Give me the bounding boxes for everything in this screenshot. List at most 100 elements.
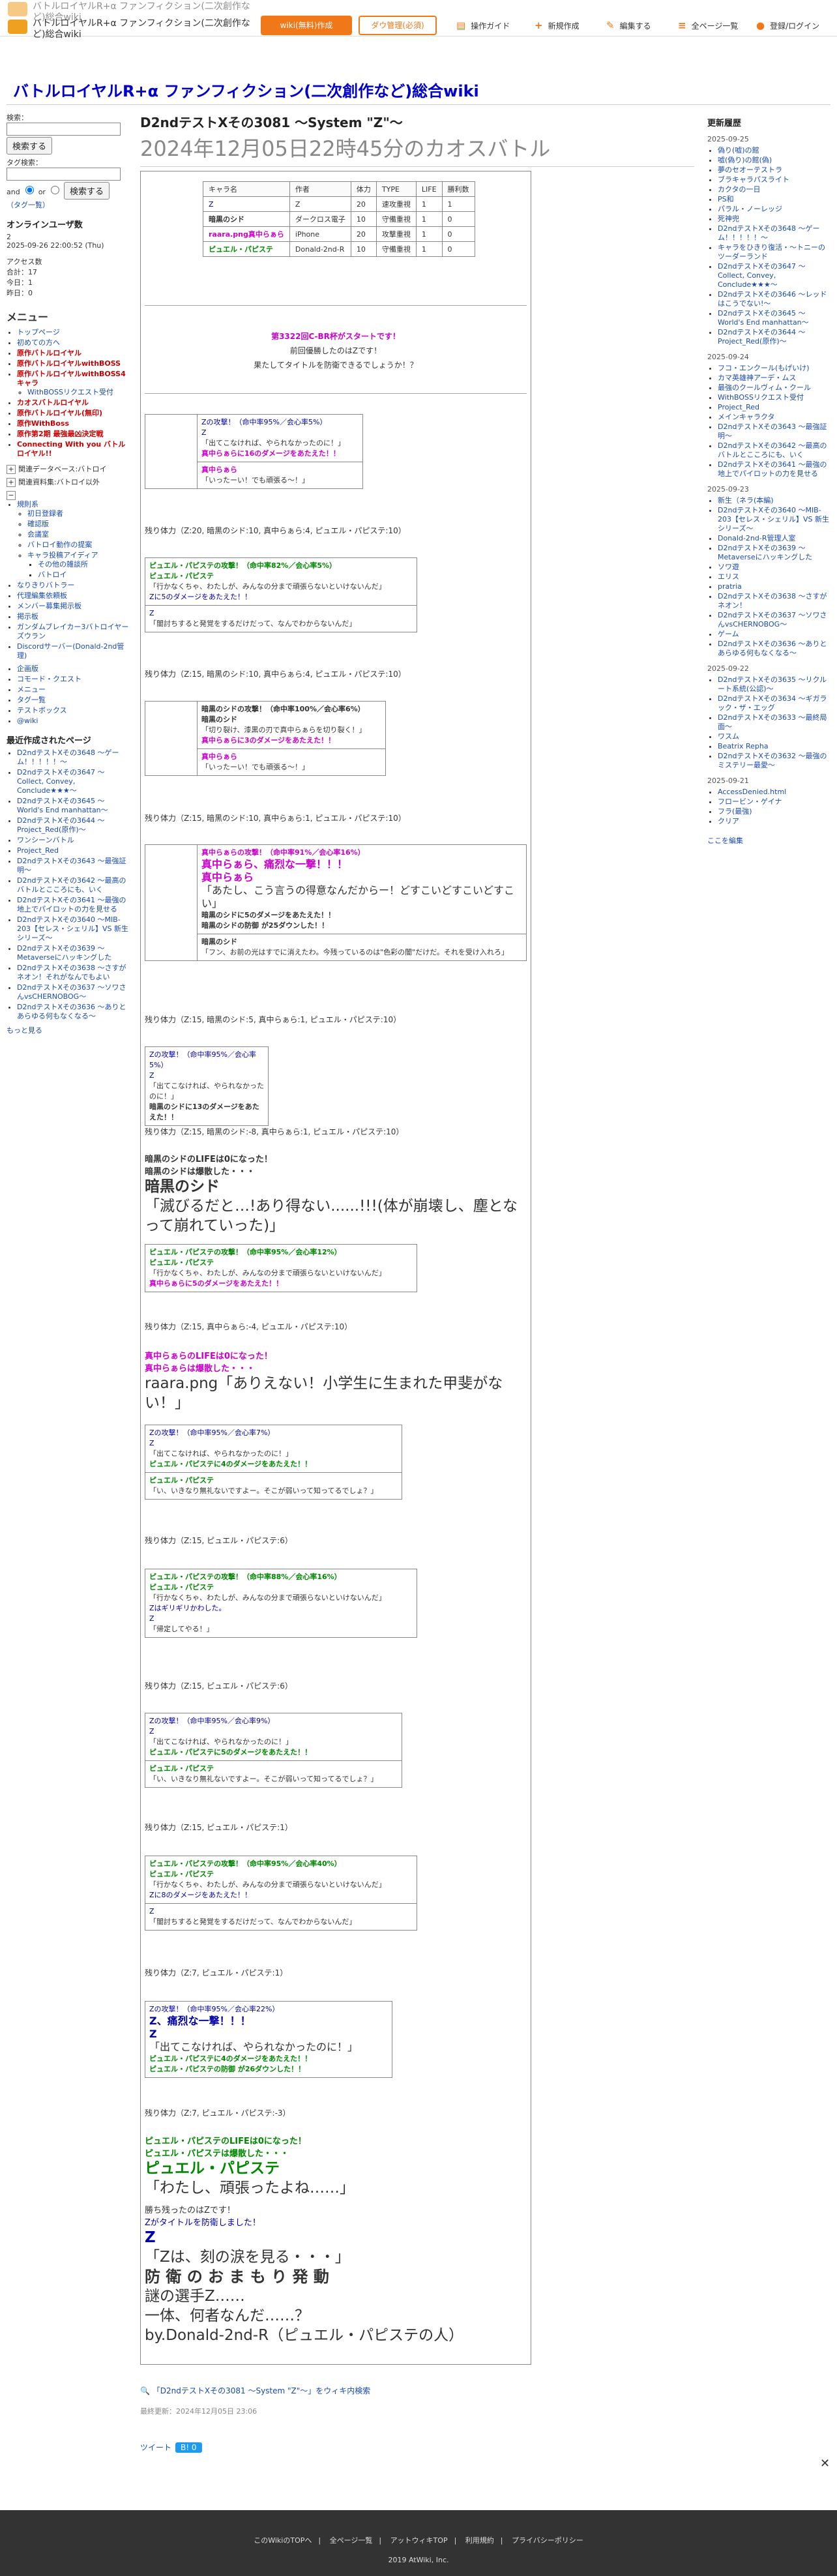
- history-item[interactable]: D2ndテストXその3642 〜最高のバトルとこころにも、いく: [718, 441, 827, 459]
- history-item[interactable]: Donald-2nd-R管理人室: [718, 534, 796, 542]
- menu-item[interactable]: カオスバトルロイヤル: [17, 398, 89, 407]
- history-item[interactable]: WithBOSSリクエスト受付: [718, 393, 804, 402]
- history-item[interactable]: D2ndテストXその3641 〜最強の地上でパイロットの力を見せる: [718, 460, 827, 478]
- menu-item[interactable]: Connecting With you バトルロイヤル!!: [17, 440, 125, 458]
- history-item[interactable]: D2ndテストXその3639 〜Metaverseにハッキングした: [718, 544, 812, 561]
- recent-item[interactable]: D2ndテストXその3637 〜ソワさんvsCHERNOBOG〜: [17, 983, 126, 1001]
- misc-item[interactable]: メンバー募集掲示板: [17, 602, 81, 610]
- fold-item[interactable]: 確認版: [27, 520, 49, 528]
- site-logo[interactable]: [8, 20, 27, 34]
- site-title[interactable]: バトルロイヤルR+α ファンフィクション(二次創作など)総合wiki: [13, 78, 479, 101]
- history-item[interactable]: 夢のセオーテストラ: [718, 166, 782, 174]
- recent-item[interactable]: Project_Red: [17, 846, 59, 855]
- misc-item[interactable]: Discordサーバー(Donald-2nd管理): [17, 642, 124, 660]
- footer-link[interactable]: プライバシーポリシー: [512, 2536, 583, 2545]
- history-item[interactable]: D2ndテストXその3644 〜Project_Red(原作)〜: [718, 328, 805, 346]
- recent-item[interactable]: D2ndテストXその3648 〜ゲーム！！！！！〜: [17, 748, 119, 766]
- history-item[interactable]: D2ndテストXその3640 〜MIB-203【セレス・シェリル】VS 新生シリ…: [718, 506, 829, 533]
- history-item[interactable]: キャラをひきり復活・〜トニーのツーダーランド: [718, 243, 825, 261]
- history-item[interactable]: AccessDenied.html: [718, 788, 786, 796]
- footer-link[interactable]: アットウィキTOP: [390, 2536, 448, 2545]
- history-item[interactable]: Beatrix Repha: [718, 742, 769, 750]
- edit-link[interactable]: ✎ 編集する: [606, 16, 651, 35]
- misc-item[interactable]: ガンダムブレイカー3バトロイヤーズウラン: [17, 623, 128, 640]
- history-item[interactable]: D2ndテストXその3633 〜最終局面〜: [718, 713, 827, 731]
- wiki-search-link[interactable]: 🔍 「D2ndテストXその3081 〜System "Z"〜」をウィキ内検索: [140, 2385, 370, 2396]
- bottom-menu-item[interactable]: メニュー: [17, 685, 46, 694]
- bottom-menu-item[interactable]: タグ一覧: [17, 696, 46, 704]
- history-item[interactable]: D2ndテストXその3632 〜最強のミステリー最愛〜: [718, 752, 827, 769]
- close-icon[interactable]: ✕: [820, 2457, 830, 2470]
- or-radio[interactable]: [51, 186, 60, 194]
- history-item[interactable]: パラル・ノーレッジ: [718, 205, 782, 213]
- related-toggle-1[interactable]: + 関連データベース:バトロイ: [7, 464, 130, 474]
- history-item[interactable]: 死神兜: [718, 215, 739, 223]
- menu-item[interactable]: 原作バトルロイヤルwithBOSS: [17, 359, 121, 368]
- recent-item[interactable]: D2ndテストXその3645 〜World's End manhattan〜: [17, 797, 108, 814]
- history-item[interactable]: PS和: [718, 195, 734, 203]
- login-link[interactable]: ● 登録/ログイン: [756, 16, 819, 35]
- history-item[interactable]: カクタの一日: [718, 185, 761, 194]
- history-item[interactable]: ソワ遊: [718, 563, 739, 571]
- history-item[interactable]: D2ndテストXその3645 〜World's End manhattan〜: [718, 309, 809, 327]
- menu-item[interactable]: 初めての方へ: [17, 338, 60, 347]
- misc-item[interactable]: 代理編集依頼板: [17, 591, 67, 600]
- footer-link[interactable]: 全ページ一覧: [330, 2536, 373, 2545]
- history-item[interactable]: 偽り(嘘)の館: [718, 146, 759, 155]
- history-item[interactable]: Project_Red: [718, 403, 759, 411]
- recent-item[interactable]: D2ndテストXその3639 〜Metaverseにハッキングした: [17, 944, 111, 962]
- misc-item[interactable]: なりきりバトラー: [17, 581, 74, 589]
- history-item[interactable]: D2ndテストXその3635 〜リクルート系統(公認)〜: [718, 675, 827, 693]
- bottom-menu-item[interactable]: コモード・クエスト: [17, 675, 81, 683]
- history-item[interactable]: フロービン・ゲイナ: [718, 797, 782, 806]
- history-item[interactable]: D2ndテストXその3643 〜最強証明〜: [718, 422, 827, 440]
- history-item[interactable]: ワスム: [718, 732, 739, 741]
- footer-link[interactable]: このWikiのTOPへ: [254, 2536, 312, 2545]
- related-toggle-2[interactable]: + 関連資料集:バトロイ以外: [7, 477, 130, 487]
- fold-toggle[interactable]: −: [7, 491, 130, 500]
- menu-item[interactable]: 原作バトルロイヤル: [17, 349, 81, 357]
- bottom-menu-item[interactable]: @wiki: [17, 717, 38, 725]
- history-item[interactable]: エリス: [718, 572, 739, 581]
- search-input[interactable]: [7, 123, 121, 136]
- tag-search-button[interactable]: 検索する: [63, 182, 110, 200]
- fold-item[interactable]: 会議室: [27, 530, 49, 539]
- history-item[interactable]: カマ英雄神アーデ・ムス: [718, 374, 796, 382]
- menu-item[interactable]: 原作WithBoss: [17, 419, 69, 428]
- history-item[interactable]: pratria: [718, 582, 742, 591]
- menu-item[interactable]: トップページ: [17, 328, 60, 336]
- recent-item[interactable]: D2ndテストXその3644 〜Project_Red(原作)〜: [17, 816, 104, 834]
- recent-item[interactable]: ワンシーンバトル: [17, 836, 74, 844]
- history-item[interactable]: D2ndテストXその3637 〜ソワさんvsCHERNOBOG〜: [718, 611, 827, 629]
- misc-item[interactable]: 掲示板: [17, 612, 38, 621]
- wiki-search-label[interactable]: 「D2ndテストXその3081 〜System "Z"〜」をウィキ内検索: [153, 2386, 371, 2395]
- recent-item[interactable]: D2ndテストXその3640 〜MIB-203【セレス・シェリル】VS 新生シリ…: [17, 915, 128, 942]
- recent-item[interactable]: D2ndテストXその3647 〜Collect, Convey, Conclud…: [17, 768, 104, 795]
- guide-link[interactable]: ▤ 操作ガイド: [456, 16, 510, 35]
- fold-item[interactable]: 規則系: [17, 500, 38, 509]
- more-link[interactable]: もっと見る: [7, 1026, 42, 1035]
- recent-item[interactable]: D2ndテストXその3643 〜最強証明〜: [17, 857, 126, 874]
- history-item[interactable]: クリア: [718, 817, 739, 825]
- menu-item[interactable]: 原作第2期 最強最凶決定戦: [17, 430, 103, 438]
- history-item[interactable]: 嘘(偽り)の館(偽): [718, 156, 772, 164]
- history-item[interactable]: D2ndテストXその3647 〜Collect, Convey, Conclud…: [718, 262, 805, 289]
- tweet-link[interactable]: ツイート: [140, 2443, 171, 2452]
- fold-item[interactable]: バトロイ動作の提案: [27, 540, 92, 549]
- fold-item[interactable]: キャラ投稿アイディア: [27, 551, 98, 559]
- history-item[interactable]: D2ndテストXその3646 〜レッドはこうでない!〜: [718, 290, 827, 308]
- history-item[interactable]: D2ndテストXその3648 〜ゲーム！！！！！〜: [718, 224, 819, 242]
- recent-item[interactable]: D2ndテストXその3638 〜さすがネオン！それがなんでもよい: [17, 964, 126, 981]
- history-item[interactable]: 新生（ネラ(本編): [718, 496, 774, 505]
- footer-link[interactable]: 利用規約: [465, 2536, 494, 2545]
- wiki-create-button[interactable]: wiki(無料)作成: [261, 16, 352, 35]
- history-item[interactable]: ブラキャラパスライト: [718, 175, 789, 184]
- tag-list-link[interactable]: （タグ一覧）: [7, 201, 50, 209]
- search-button[interactable]: 検索する: [7, 137, 53, 155]
- fold-item[interactable]: その他の雑談所: [38, 560, 88, 569]
- menu-subitem[interactable]: WithBOSSリクエスト受付: [27, 388, 113, 396]
- fold-item[interactable]: 初日登録者: [27, 509, 63, 518]
- hatena-bookmark-button[interactable]: B! 0: [175, 2442, 202, 2453]
- recent-item[interactable]: D2ndテストXその3636 〜ありとあらゆる何もなくなる〜: [17, 1003, 126, 1020]
- recent-item[interactable]: D2ndテストXその3642 〜最高のバトルとこころにも、いく: [17, 876, 126, 894]
